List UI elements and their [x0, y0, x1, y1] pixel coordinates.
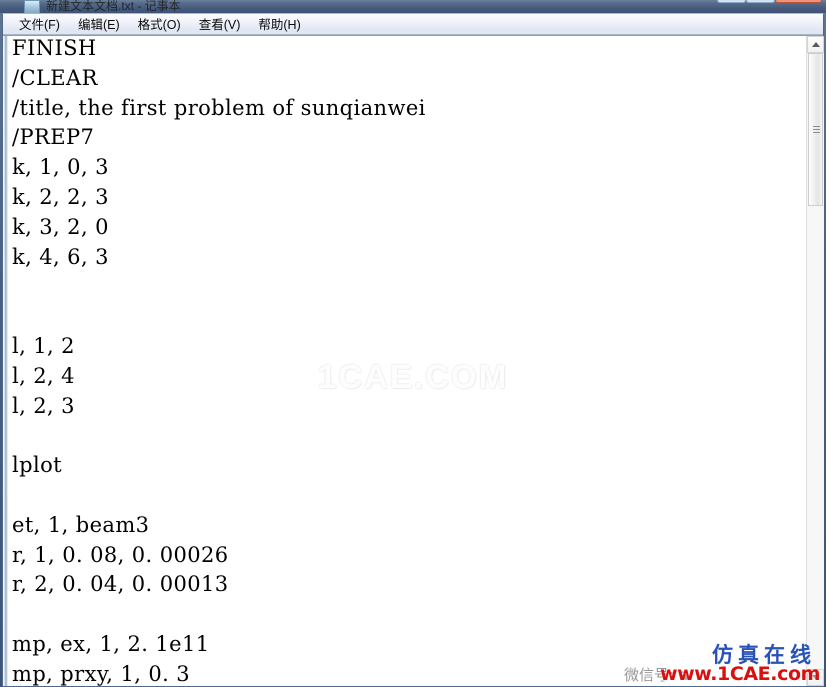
menubar: 文件(F) 编辑(E) 格式(O) 查看(V) 帮助(H)	[3, 14, 823, 35]
menu-file[interactable]: 文件(F)	[10, 13, 69, 35]
chevron-down-icon	[811, 675, 820, 680]
scrollbar-thumb[interactable]	[808, 53, 823, 206]
menu-help[interactable]: 帮助(H)	[249, 13, 309, 35]
scroll-up-button[interactable]	[807, 36, 824, 53]
close-button[interactable]: ✕	[775, 0, 822, 3]
scroll-down-button[interactable]	[807, 669, 824, 686]
window-title: 新建文本文档.txt - 记事本	[46, 0, 181, 13]
window-controls: — ❐ ✕	[717, 0, 822, 3]
chevron-up-icon	[811, 42, 820, 47]
scrollbar-grip-icon	[813, 125, 820, 134]
menu-format[interactable]: 格式(O)	[129, 13, 190, 35]
editor-frame: FINISH /CLEAR /title, the first problem …	[3, 35, 824, 686]
maximize-button[interactable]: ❐	[746, 0, 775, 3]
script-text[interactable]: FINISH /CLEAR /title, the first problem …	[12, 36, 426, 686]
menu-view[interactable]: 查看(V)	[190, 13, 250, 35]
notepad-window: 文件(F) 编辑(E) 格式(O) 查看(V) 帮助(H) FINISH /CL…	[2, 13, 824, 687]
text-editing-area[interactable]: FINISH /CLEAR /title, the first problem …	[8, 36, 806, 686]
vertical-scrollbar[interactable]	[806, 36, 824, 686]
minimize-button[interactable]: —	[717, 0, 746, 3]
notepad-app-icon	[24, 0, 40, 13]
scrollbar-track[interactable]	[807, 53, 824, 669]
window-titlebar[interactable]: 新建文本文档.txt - 记事本 — ❐ ✕	[0, 0, 826, 13]
menu-edit[interactable]: 编辑(E)	[69, 13, 129, 35]
